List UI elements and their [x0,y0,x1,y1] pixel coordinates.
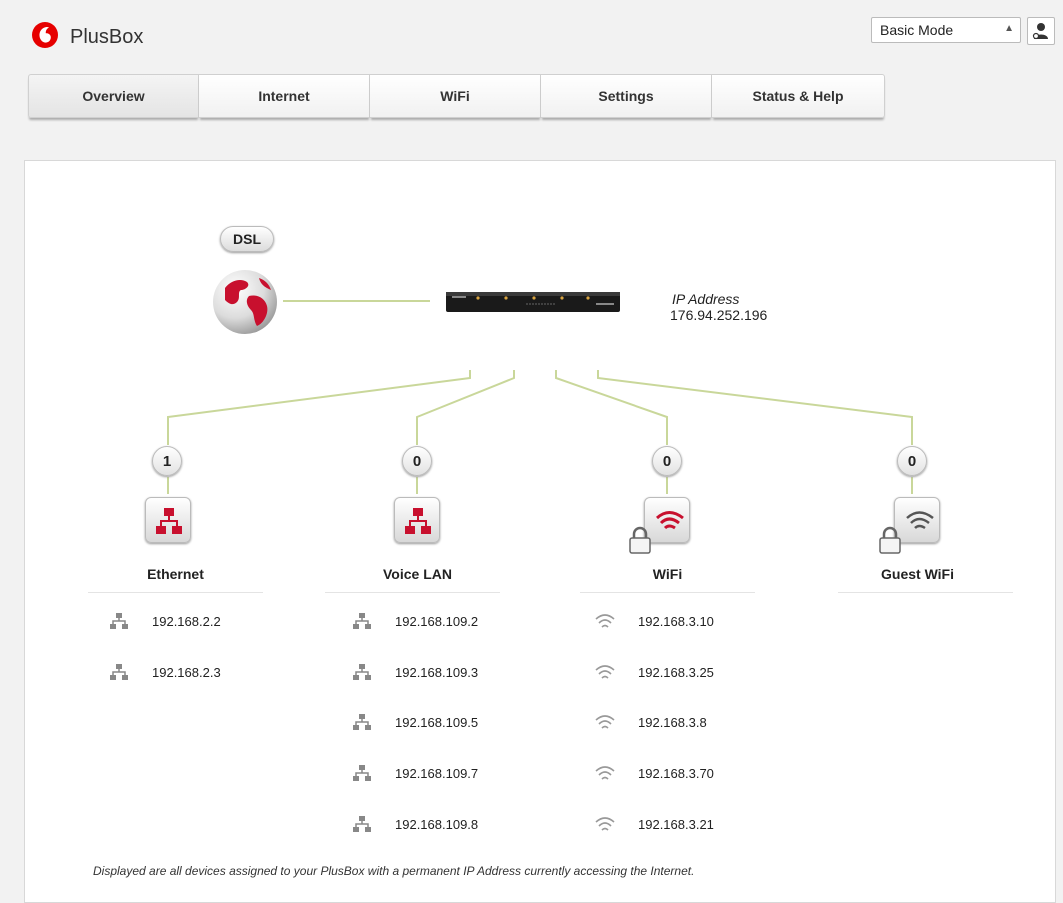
ethernet-device-row[interactable]: 192.168.2.3 [108,662,221,682]
ethernet-icon [156,508,182,534]
device-ip: 192.168.3.8 [638,714,707,730]
guest-wifi-title: Guest WiFi [881,566,954,582]
device-ip: 192.168.109.5 [395,714,479,730]
wifi-device-icon [595,665,615,679]
wifi-device-row[interactable]: 192.168.3.70 [594,763,714,783]
ethernet-device-icon [353,765,371,781]
divider [88,592,263,593]
device-ip: 192.168.2.2 [152,613,221,629]
ethernet-device-icon [353,664,371,680]
lock-icon [629,526,651,554]
device-ip: 192.168.109.3 [395,664,479,680]
ethernet-count: 1 [152,446,182,476]
wifi-device-row[interactable]: 192.168.3.10 [594,611,714,631]
wifi-title: WiFi [652,566,683,582]
wifi-device-icon [595,614,615,628]
globe-icon [213,270,277,334]
wifi-device-icon [595,817,615,831]
router-device-icon [446,292,620,312]
device-ip: 192.168.3.25 [638,664,714,680]
dsl-badge: DSL [220,226,274,252]
ethernet-device-icon [110,613,128,629]
divider [580,592,755,593]
ethernet-device-icon [353,816,371,832]
ethernet-button[interactable] [145,497,191,543]
ethernet-device-icon [353,613,371,629]
device-ip: 192.168.3.10 [638,613,714,629]
device-ip: 192.168.2.3 [152,664,221,680]
wifi-count: 0 [652,446,682,476]
ethernet-device-row[interactable]: 192.168.2.2 [108,611,221,631]
ip-address-label: IP Address [672,291,740,307]
wifi-device-icon [595,715,615,729]
ethernet-device-icon [353,714,371,730]
device-ip: 192.168.109.7 [395,765,479,781]
device-ip: 192.168.3.21 [638,816,714,832]
divider [325,592,500,593]
wifi-device-row[interactable]: 192.168.3.21 [594,814,714,834]
voice-lan-device-row[interactable]: 192.168.109.3 [351,662,478,682]
ethernet-title: Ethernet [147,566,204,582]
voice-lan-title: Voice LAN [383,566,452,582]
ethernet-device-icon [110,664,128,680]
voice-lan-button[interactable] [394,497,440,543]
voice-lan-device-row[interactable]: 192.168.109.7 [351,763,478,783]
device-ip: 192.168.109.8 [395,816,479,832]
ethernet-icon [405,508,431,534]
wifi-device-icon [595,766,615,780]
ip-address-value: 176.94.252.196 [670,307,768,323]
divider [838,592,1013,593]
footer-note: Displayed are all devices assigned to yo… [93,864,695,878]
lock-icon [879,526,901,554]
voice-lan-device-row[interactable]: 192.168.109.2 [351,611,478,631]
device-ip: 192.168.109.2 [395,613,479,629]
wifi-device-row[interactable]: 192.168.3.8 [594,712,707,732]
guest-wifi-count: 0 [897,446,927,476]
voice-lan-device-row[interactable]: 192.168.109.5 [351,712,478,732]
voice-lan-count: 0 [402,446,432,476]
wifi-device-row[interactable]: 192.168.3.25 [594,662,714,682]
voice-lan-device-row[interactable]: 192.168.109.8 [351,814,478,834]
device-ip: 192.168.3.70 [638,765,714,781]
